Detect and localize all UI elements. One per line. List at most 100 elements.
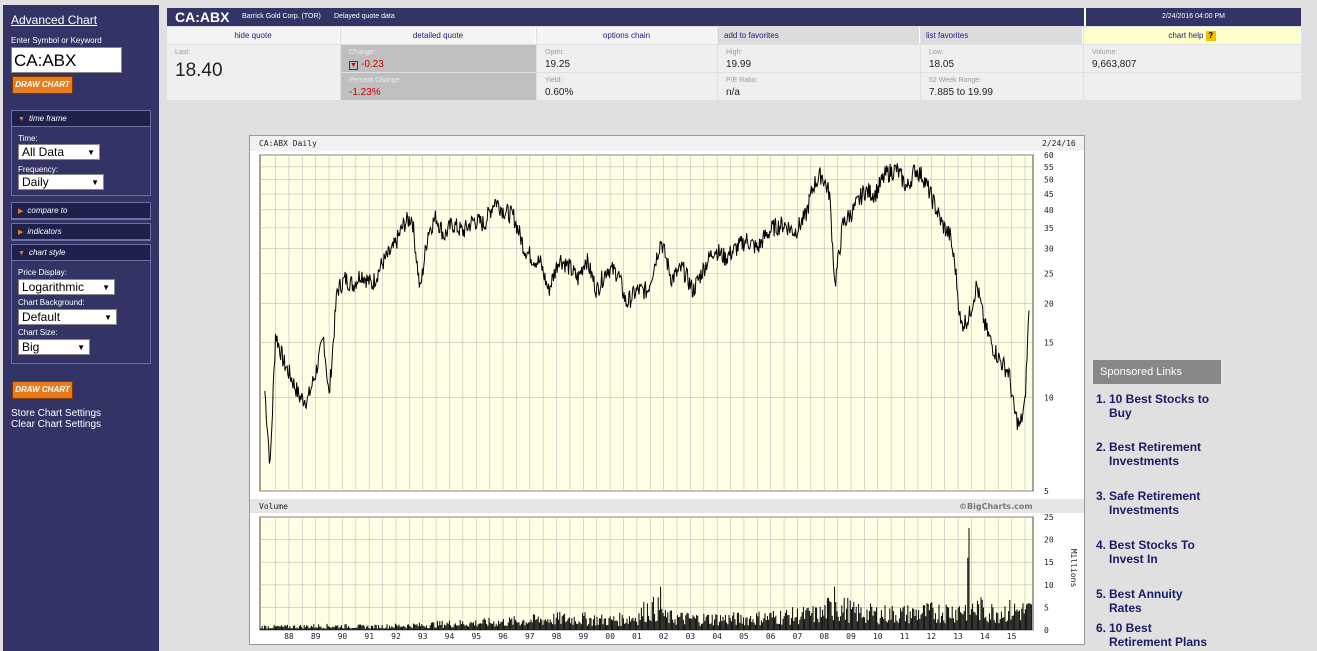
open-label: Open: <box>545 49 565 56</box>
chart-size-label: Chart Size: <box>18 328 58 337</box>
chart-background-select[interactable]: Default ▼ <box>18 309 117 325</box>
volume-tick-label: 10 <box>1044 581 1054 590</box>
triangle-down-icon: ▼ <box>18 116 25 123</box>
ad-link-6[interactable]: 6. 10 Best Retirement Plans <box>1096 621 1216 649</box>
price-tick-label: 15 <box>1044 338 1054 347</box>
price-tick-label: 20 <box>1044 300 1054 309</box>
year-tick-label: 92 <box>391 632 401 641</box>
week-range-cell: 52 Week Range: 7.885 to 19.99 <box>921 73 1083 100</box>
price-tick-label: 55 <box>1044 163 1054 172</box>
volume-title: Volume <box>259 502 288 511</box>
year-tick-label: 00 <box>605 632 615 641</box>
tab-options-chain[interactable]: options chain <box>537 27 717 44</box>
chart-title-bar <box>250 136 1084 151</box>
high-value: 19.99 <box>726 59 752 70</box>
symbol-input[interactable]: CA:ABX <box>11 47 122 73</box>
help-icon: ? <box>1205 31 1216 41</box>
price-tick-label: 35 <box>1044 224 1054 233</box>
price-chart: CA:ABX Daily 2/24/16 Volume ©BigCharts.com 5… <box>249 135 1085 645</box>
pe-ratio-cell: P/E Ratio: n/a <box>718 73 920 100</box>
year-tick-label: 91 <box>364 632 374 641</box>
price-tick-label: 50 <box>1044 176 1054 185</box>
time-frame-header[interactable]: ▼ time frame <box>12 111 150 127</box>
chart-help-button[interactable]: chart help ? <box>1084 27 1301 44</box>
last-price-cell: Last: 18.40 <box>167 45 340 100</box>
last-value: 18.40 <box>175 60 223 81</box>
high-label: High: <box>726 49 743 56</box>
chart-title: CA:ABX Daily <box>259 139 317 148</box>
quote-datetime: 2/24/2016 04:00 PM <box>1084 8 1301 26</box>
chevron-down-icon: ▼ <box>104 313 112 322</box>
high-cell: High: 19.99 <box>718 45 920 72</box>
chart-date-label: 2/24/16 <box>1042 139 1076 148</box>
year-tick-label: 98 <box>552 632 562 641</box>
volume-plot-area <box>259 516 1034 631</box>
year-tick-label: 06 <box>766 632 776 641</box>
ad-link-5[interactable]: 5. Best Annuity Rates <box>1096 587 1216 615</box>
price-tick-label: 60 <box>1044 151 1054 160</box>
chevron-down-icon: ▼ <box>77 343 85 352</box>
tab-add-to-favorites[interactable]: add to favorites <box>718 27 920 44</box>
chart-background-label: Chart Background: <box>18 298 85 307</box>
week-range-value: 7.885 to 19.99 <box>929 87 993 98</box>
year-tick-label: 02 <box>659 632 669 641</box>
low-label: Low: <box>929 49 944 56</box>
year-tick-label: 03 <box>686 632 696 641</box>
yield-cell: Yield: 0.60% <box>537 73 717 100</box>
compare-to-header[interactable]: ▶ compare to <box>12 203 150 219</box>
time-label: Time: <box>18 134 38 143</box>
store-chart-settings-link[interactable]: Store Chart Settings <box>11 408 101 419</box>
ad-link-2[interactable]: 2. Best Retirement Investments <box>1096 440 1216 468</box>
open-cell: Open: 19.25 <box>537 45 717 72</box>
ad-link-1[interactable]: 1. 10 Best Stocks to Buy <box>1096 392 1216 420</box>
year-tick-label: 15 <box>1007 632 1017 641</box>
year-tick-label: 90 <box>338 632 348 641</box>
triangle-right-icon: ▶ <box>18 208 24 215</box>
week-range-label: 52 Week Range: <box>929 77 982 84</box>
draw-chart-button[interactable]: DRAW CHART <box>12 76 73 94</box>
sidebar-title[interactable]: Advanced Chart <box>11 13 97 27</box>
tab-detailed-quote[interactable]: detailed quote <box>341 27 536 44</box>
price-plot-area <box>259 154 1034 492</box>
bigcharts-watermark: ©BigCharts.com <box>959 502 1033 511</box>
quote-header: CA:ABX Barrick Gold Corp. (TOR) Delayed … <box>167 8 1301 26</box>
triangle-down-icon: ▼ <box>18 250 25 257</box>
low-cell: Low: 18.05 <box>921 45 1083 72</box>
percent-change-value: -1.23% <box>349 87 381 98</box>
clear-chart-settings-link[interactable]: Clear Chart Settings <box>11 419 101 430</box>
year-tick-label: 97 <box>525 632 535 641</box>
ad-link-4[interactable]: 4. Best Stocks To Invest In <box>1096 538 1216 566</box>
year-tick-label: 89 <box>311 632 321 641</box>
year-tick-label: 14 <box>980 632 990 641</box>
down-arrow-icon: ▼ <box>349 61 358 70</box>
chevron-down-icon: ▼ <box>87 148 95 157</box>
tab-hide-quote[interactable]: hide quote <box>167 27 340 44</box>
chart-size-select[interactable]: Big ▼ <box>18 339 90 355</box>
ad-link-3[interactable]: 3. Safe Retirement Investments <box>1096 489 1216 517</box>
yield-label: Yield: <box>545 77 563 84</box>
indicators-header[interactable]: ▶ indicators <box>12 224 150 240</box>
volume-tick-label: 20 <box>1044 536 1054 545</box>
time-select[interactable]: All Data ▼ <box>18 144 100 160</box>
percent-change-cell: Percent Change: -1.23% <box>341 73 536 100</box>
chart-settings-sidebar: Advanced Chart Enter Symbol or Keyword C… <box>3 5 159 651</box>
pe-ratio-label: P/E Ratio: <box>726 77 758 84</box>
compare-to-panel[interactable]: ▶ compare to <box>11 202 151 220</box>
price-display-select[interactable]: Logarithmic ▼ <box>18 279 115 295</box>
chevron-down-icon: ▼ <box>102 283 110 292</box>
delayed-quote-note: Delayed quote data <box>334 13 395 20</box>
indicators-panel[interactable]: ▶ indicators <box>11 223 151 241</box>
price-tick-label: 30 <box>1044 245 1054 254</box>
chart-style-header[interactable]: ▼ chart style <box>12 245 150 261</box>
tab-list-favorites[interactable]: list favorites <box>921 27 1083 44</box>
year-tick-label: 88 <box>284 632 294 641</box>
chart-style-panel: ▼ chart style Price Display: Logarithmic ▼… <box>11 244 151 364</box>
frequency-select[interactable]: Daily ▼ <box>18 174 104 190</box>
volume-tick-label: 0 <box>1044 626 1049 635</box>
draw-chart-button-bottom[interactable]: DRAW CHART <box>12 381 73 399</box>
volume-tick-label: 5 <box>1044 603 1049 612</box>
year-tick-label: 11 <box>900 632 910 641</box>
quote-symbol: CA:ABX <box>175 9 230 25</box>
change-value-wrap: ▼ -0.23 <box>349 59 384 70</box>
low-value: 18.05 <box>929 59 955 70</box>
